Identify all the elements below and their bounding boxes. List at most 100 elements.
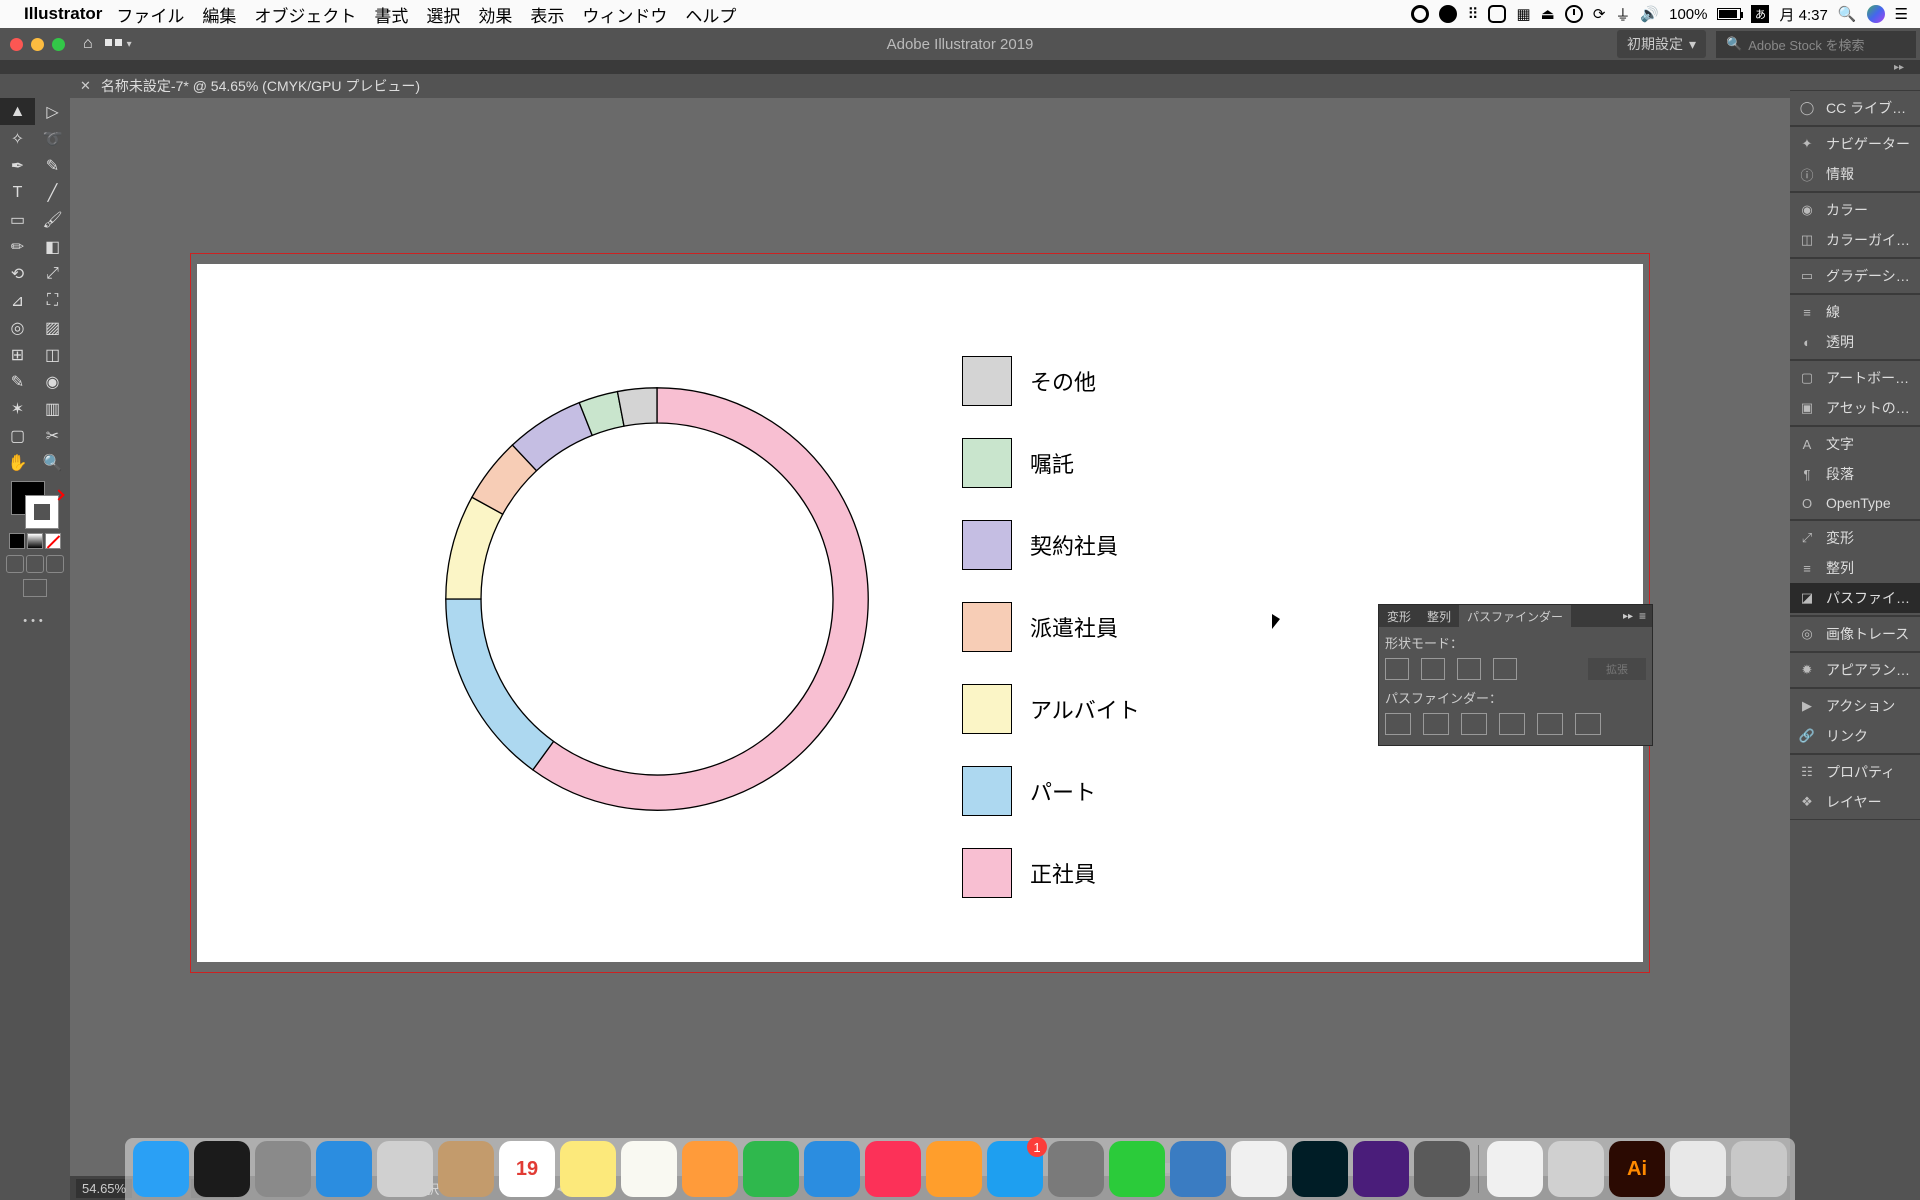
dock-app-file[interactable] <box>1670 1141 1726 1197</box>
dock-app-video[interactable] <box>1353 1141 1409 1197</box>
pf-unite-icon[interactable] <box>1385 658 1409 680</box>
close-tab-icon[interactable]: ✕ <box>80 78 91 94</box>
dock-app-browser2[interactable] <box>1170 1141 1226 1197</box>
dock-app-ibooks[interactable] <box>926 1141 982 1197</box>
status-icon-cc[interactable] <box>1488 5 1506 23</box>
legend-item[interactable]: アルバイト <box>962 684 1140 734</box>
dock-app-trash[interactable] <box>1731 1141 1787 1197</box>
dock-item[interactable]: ▭グラデーシ… <box>1790 261 1920 291</box>
dock-app-illustrator[interactable]: Ai <box>1609 1141 1665 1197</box>
hand-tool[interactable]: ✋ <box>0 449 35 476</box>
status-icon-dropbox[interactable]: ⠿ <box>1467 5 1478 23</box>
workspace-selector[interactable]: 初期設定▾ <box>1617 30 1706 58</box>
menu-effect[interactable]: 効果 <box>478 2 512 27</box>
dock-item[interactable]: ▣アセットの… <box>1790 393 1920 423</box>
dock-item[interactable]: ◎画像トレース <box>1790 619 1920 649</box>
rectangle-tool[interactable]: ▭ <box>0 206 35 233</box>
window-zoom[interactable] <box>52 38 65 51</box>
dock-item[interactable]: ◐透明 <box>1790 327 1920 357</box>
pf-exclude-icon[interactable] <box>1493 658 1517 680</box>
none-mode-icon[interactable] <box>45 533 61 549</box>
dock-item[interactable]: OOpenType <box>1790 489 1920 517</box>
dock-app-photoshop[interactable] <box>1292 1141 1348 1197</box>
donut-segment[interactable] <box>446 599 554 770</box>
status-icon-grid[interactable]: ▦ <box>1516 5 1530 23</box>
magic-wand-tool[interactable]: ✧ <box>0 125 35 152</box>
dock-app-music[interactable] <box>865 1141 921 1197</box>
draw-normal-icon[interactable] <box>6 555 24 573</box>
zoom-level[interactable]: 54.65% <box>76 1179 132 1198</box>
expand-panels-icon[interactable]: ▸▸ <box>1892 60 1906 74</box>
pf-minus-back-icon[interactable] <box>1575 713 1601 735</box>
dock-item[interactable]: 🔗リンク <box>1790 721 1920 751</box>
dock-item[interactable]: ◯CC ライブ… <box>1790 93 1920 123</box>
artboard-tool[interactable]: ▢ <box>0 422 35 449</box>
menu-select[interactable]: 選択 <box>426 2 460 27</box>
legend-item[interactable]: 契約社員 <box>962 520 1140 570</box>
home-icon[interactable]: ⌂ <box>83 35 93 53</box>
dock-item[interactable]: ❖レイヤー <box>1790 787 1920 817</box>
status-icon-sync[interactable]: ⟳ <box>1593 5 1606 23</box>
pf-expand-button[interactable]: 拡張 <box>1588 658 1646 680</box>
stroke-swatch[interactable] <box>25 495 59 529</box>
status-clock[interactable]: 月 4:37 <box>1779 4 1827 25</box>
status-icon-volume[interactable]: 🔊 <box>1640 5 1659 23</box>
legend-item[interactable]: その他 <box>962 356 1140 406</box>
selection-tool[interactable]: ▲ <box>0 98 35 125</box>
pf-crop-icon[interactable] <box>1499 713 1525 735</box>
dock-app-chrome[interactable] <box>1231 1141 1287 1197</box>
dock-app-siri[interactable] <box>194 1141 250 1197</box>
pencil-tool[interactable]: ✏ <box>0 233 35 260</box>
dock-app-keynote[interactable] <box>804 1141 860 1197</box>
dock-app-calendar[interactable]: 19 <box>499 1141 555 1197</box>
dock-item[interactable]: ⓘ情報 <box>1790 159 1920 189</box>
type-tool[interactable]: T <box>0 179 35 206</box>
donut-segment[interactable] <box>533 388 868 810</box>
status-icon-timemachine[interactable] <box>1565 5 1583 23</box>
status-icon-wifi[interactable]: ⏚ <box>1615 4 1630 25</box>
dock-item[interactable]: ✹アピアラン… <box>1790 655 1920 685</box>
dock-item[interactable]: ◉カラー <box>1790 195 1920 225</box>
donut-chart[interactable] <box>437 379 877 819</box>
app-name[interactable]: Illustrator <box>24 4 102 24</box>
dock-app-line[interactable] <box>1109 1141 1165 1197</box>
direct-selection-tool[interactable]: ▷ <box>35 98 70 125</box>
width-tool[interactable]: ⊿ <box>0 287 35 314</box>
status-siri-icon[interactable] <box>1867 5 1885 23</box>
dock-app-textedit[interactable] <box>1487 1141 1543 1197</box>
dock-item[interactable]: ▶アクション <box>1790 691 1920 721</box>
dock-app-maps[interactable] <box>621 1141 677 1197</box>
fill-stroke-control[interactable]: ••• <box>0 476 70 632</box>
dock-item[interactable]: ⤢変形 <box>1790 523 1920 553</box>
legend-item[interactable]: 嘱託 <box>962 438 1140 488</box>
panel-menu-icon[interactable]: ≡ <box>1639 609 1646 623</box>
curvature-tool[interactable]: ✎ <box>35 152 70 179</box>
status-spotlight-icon[interactable]: 🔍 <box>1838 5 1857 23</box>
document-tab[interactable]: ✕ 名称未設定-7* @ 54.65% (CMYK/GPU プレビュー) <box>70 74 430 98</box>
dock-app-safari[interactable] <box>316 1141 372 1197</box>
paintbrush-tool[interactable]: 🖌 <box>35 206 70 233</box>
legend-item[interactable]: パート <box>962 766 1140 816</box>
status-icon-record[interactable] <box>1411 5 1429 23</box>
pf-intersect-icon[interactable] <box>1457 658 1481 680</box>
zoom-tool[interactable]: 🔍 <box>35 449 70 476</box>
eraser-tool[interactable]: ◧ <box>35 233 70 260</box>
menu-help[interactable]: ヘルプ <box>685 2 736 27</box>
tab-pathfinder[interactable]: パスファインダー <box>1459 605 1571 627</box>
status-input-icon[interactable]: あ <box>1751 5 1769 23</box>
menu-object[interactable]: オブジェクト <box>254 2 356 27</box>
legend-item[interactable]: 派遣社員 <box>962 602 1140 652</box>
screen-mode-icon[interactable] <box>23 579 47 597</box>
dock-app-settings[interactable] <box>1048 1141 1104 1197</box>
dock-item[interactable]: ☷プロパティ <box>1790 757 1920 787</box>
lasso-tool[interactable]: ➰ <box>35 125 70 152</box>
donut-segment[interactable] <box>617 388 657 426</box>
gradient-mode-icon[interactable] <box>27 533 43 549</box>
dock-app-preview[interactable] <box>1548 1141 1604 1197</box>
dock-item[interactable]: ¶段落 <box>1790 459 1920 489</box>
pathfinder-panel[interactable]: 変形 整列 パスファインダー ▸▸ ≡ 形状モード： 拡張 パスファインダー： <box>1378 604 1653 746</box>
dock-app-contacts[interactable] <box>438 1141 494 1197</box>
pf-outline-icon[interactable] <box>1537 713 1563 735</box>
status-icon-disk[interactable]: ⏏ <box>1541 5 1555 23</box>
stock-search[interactable]: 🔍 Adobe Stock を検索 <box>1716 31 1916 58</box>
